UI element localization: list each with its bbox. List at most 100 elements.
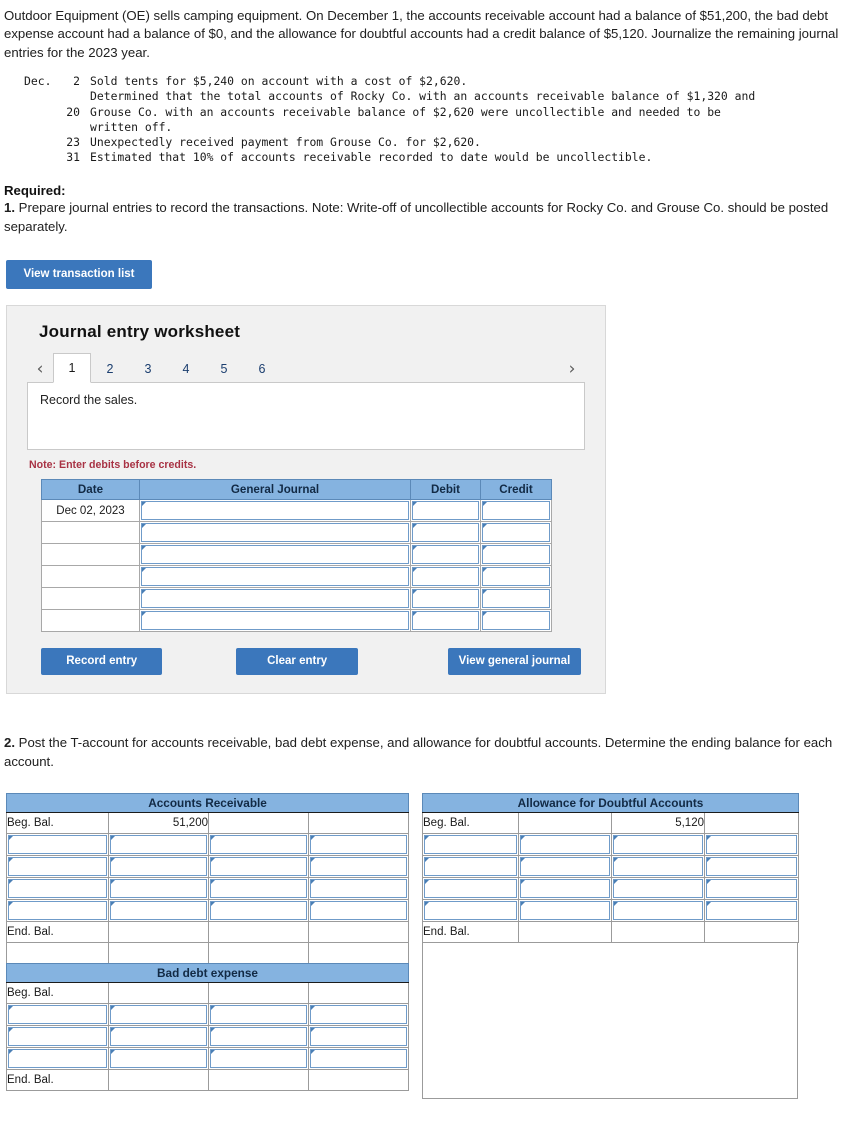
ada-entry-cell: [611, 877, 705, 901]
ada-entry-input[interactable]: [706, 879, 798, 899]
ada-end-bal-credit[interactable]: [611, 921, 705, 944]
view-general-journal-button[interactable]: View general journal: [447, 648, 582, 676]
journal-cell-credit-input[interactable]: [482, 611, 550, 631]
clear-entry-button[interactable]: Clear entry: [236, 648, 358, 676]
ar-entry-input[interactable]: [8, 901, 107, 921]
journal-cell-debit-input[interactable]: [412, 501, 479, 521]
ar-entry-cell: [208, 833, 309, 857]
ar-spacer-cell: [6, 942, 109, 965]
ada-entry-input[interactable]: [613, 879, 703, 899]
bde-entry-input[interactable]: [110, 1049, 207, 1069]
ada-entry-input[interactable]: [613, 901, 703, 921]
ar-entry-input[interactable]: [110, 901, 207, 921]
journal-cell-date[interactable]: [41, 521, 140, 545]
journal-cell-general-journal-input[interactable]: [141, 501, 409, 521]
journal-cell-date[interactable]: Dec 02, 2023: [41, 499, 140, 523]
worksheet-tab-1[interactable]: 1: [53, 353, 91, 384]
ada-entry-input[interactable]: [613, 835, 703, 855]
journal-cell-date[interactable]: [41, 609, 140, 633]
ar-end-bal-credit[interactable]: [208, 921, 309, 944]
journal-cell-credit-input[interactable]: [482, 567, 550, 587]
bde-entry-input[interactable]: [210, 1049, 307, 1069]
ar-entry-input[interactable]: [210, 901, 307, 921]
bde-entry-input[interactable]: [8, 1005, 107, 1025]
bde-end-bal-debit[interactable]: [108, 1069, 209, 1092]
journal-cell-date[interactable]: [41, 543, 140, 567]
worksheet-tab-3[interactable]: 3: [129, 354, 167, 382]
ar-entry-cell: [307, 899, 410, 923]
bde-entry-input[interactable]: [310, 1049, 408, 1069]
ada-entry-input[interactable]: [520, 857, 610, 877]
journal-cell-date[interactable]: [41, 587, 140, 611]
next-page-arrow-icon[interactable]: ›: [559, 356, 585, 382]
ada-entry-input[interactable]: [424, 857, 517, 877]
journal-cell-debit-input[interactable]: [412, 545, 479, 565]
journal-col-debit: Debit: [410, 479, 481, 501]
journal-cell-credit: [480, 499, 552, 523]
ar-entry-input[interactable]: [110, 879, 207, 899]
ar-entry-input[interactable]: [310, 857, 408, 877]
ar-entry-input[interactable]: [210, 879, 307, 899]
bde-entry-cell: [6, 1003, 109, 1027]
ada-entry-input[interactable]: [424, 879, 517, 899]
ar-entry-input[interactable]: [210, 857, 307, 877]
ar-end-bal-debit[interactable]: [108, 921, 209, 944]
ada-entry-input[interactable]: [706, 835, 798, 855]
ar-entry-input[interactable]: [310, 879, 408, 899]
ada-entry-input[interactable]: [520, 835, 610, 855]
journal-cell-credit-input[interactable]: [482, 545, 550, 565]
ar-entry-input[interactable]: [8, 879, 107, 899]
journal-cell-general-journal-input[interactable]: [141, 611, 409, 631]
bde-entry-input[interactable]: [310, 1005, 408, 1025]
view-transaction-list-button[interactable]: View transaction list: [6, 260, 152, 290]
ar-entry-input[interactable]: [110, 857, 207, 877]
ar-spacer-cell: [208, 942, 309, 965]
worksheet-tab-6[interactable]: 6: [243, 354, 281, 382]
accounts-receivable-t-account: Accounts Receivable Beg. Bal. 51,200 End. …: [5, 793, 410, 965]
ar-entry-input[interactable]: [310, 835, 408, 855]
bde-entry-input[interactable]: [210, 1027, 307, 1047]
ar-entry-input[interactable]: [310, 901, 408, 921]
journal-cell-debit-input[interactable]: [412, 589, 479, 609]
bde-entry-input[interactable]: [310, 1027, 408, 1047]
ada-entry-cell: [703, 899, 800, 923]
ada-entry-input[interactable]: [706, 901, 798, 921]
ar-entry-input[interactable]: [8, 857, 107, 877]
bde-end-bal-credit[interactable]: [208, 1069, 309, 1092]
ada-entry-cell: [703, 833, 800, 857]
ada-entry-input[interactable]: [424, 835, 517, 855]
journal-cell-credit-input[interactable]: [482, 523, 550, 543]
ada-beg-bal-row: Beg. Bal. 5,120: [422, 812, 800, 835]
ada-entry-input[interactable]: [520, 901, 610, 921]
journal-cell-debit-input[interactable]: [412, 567, 479, 587]
journal-cell-debit-input[interactable]: [412, 523, 479, 543]
ada-entry-input[interactable]: [706, 857, 798, 877]
bde-entry-input[interactable]: [210, 1005, 307, 1025]
ada-entry-input[interactable]: [613, 857, 703, 877]
bde-entry-input[interactable]: [8, 1027, 107, 1047]
worksheet-tab-2[interactable]: 2: [91, 354, 129, 382]
journal-cell-general-journal-input[interactable]: [141, 523, 409, 543]
journal-cell-credit-input[interactable]: [482, 501, 550, 521]
ada-entry-cell: [422, 899, 519, 923]
bde-entry-input[interactable]: [8, 1049, 107, 1069]
journal-cell-general-journal-input[interactable]: [141, 545, 409, 565]
journal-cell-general-journal-input[interactable]: [141, 589, 409, 609]
journal-cell-debit-input[interactable]: [412, 611, 479, 631]
prev-page-arrow-icon[interactable]: ‹: [27, 356, 53, 382]
worksheet-tab-4[interactable]: 4: [167, 354, 205, 382]
record-entry-button[interactable]: Record entry: [41, 648, 163, 676]
ar-entry-input[interactable]: [8, 835, 107, 855]
ar-entry-input[interactable]: [110, 835, 207, 855]
journal-cell-credit-input[interactable]: [482, 589, 550, 609]
bde-entry-input[interactable]: [110, 1027, 207, 1047]
worksheet-tab-5[interactable]: 5: [205, 354, 243, 382]
ar-entry-input[interactable]: [210, 835, 307, 855]
journal-cell-date[interactable]: [41, 565, 140, 589]
ada-entry-input[interactable]: [520, 879, 610, 899]
ar-entry-row: [6, 855, 410, 879]
journal-cell-general-journal-input[interactable]: [141, 567, 409, 587]
ada-entry-input[interactable]: [424, 901, 517, 921]
ada-end-bal-debit[interactable]: [518, 921, 612, 944]
bde-entry-input[interactable]: [110, 1005, 207, 1025]
